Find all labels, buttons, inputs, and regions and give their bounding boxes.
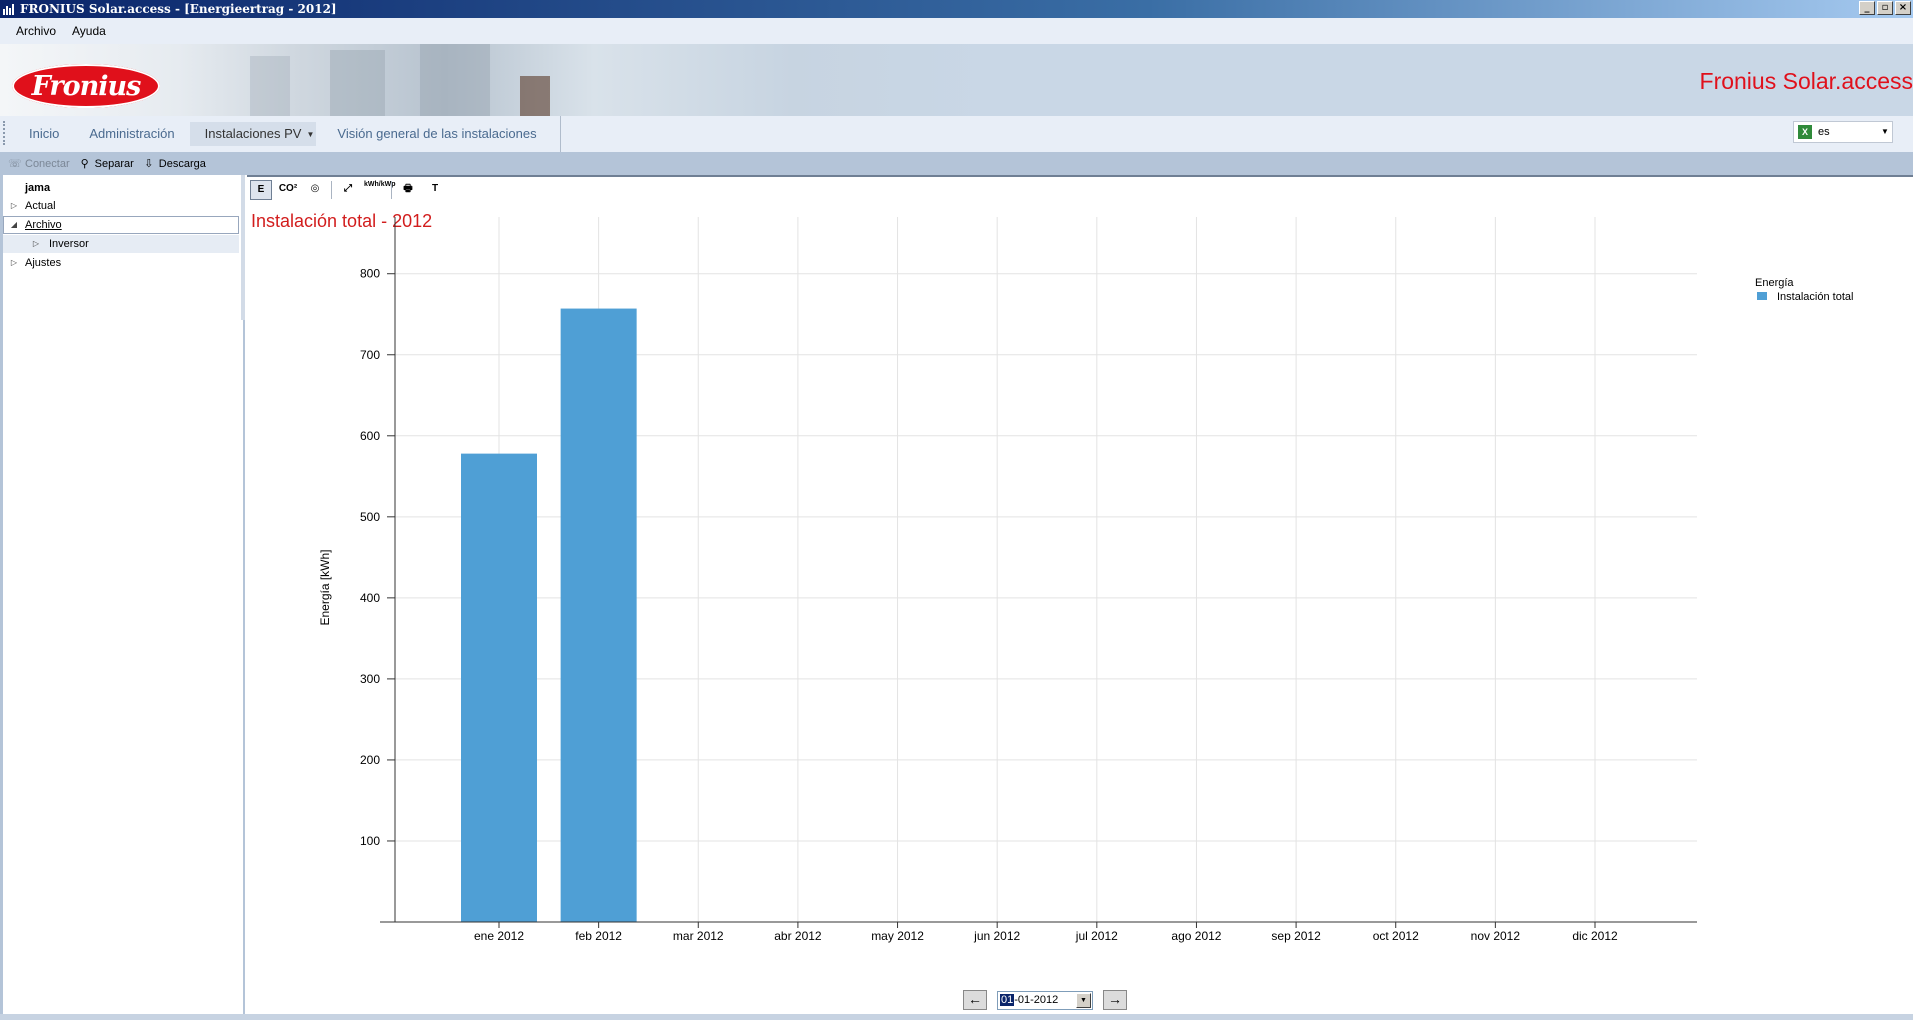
fronius-logo: Fronius (12, 64, 160, 108)
navigation-tree: jama ▷ Actual ◢ Archivo ▷ Inversor ▷ Aju… (0, 175, 245, 1020)
x-tick-label: ago 2012 (1171, 929, 1221, 943)
tab-vision-general[interactable]: Visión general de las instalaciones (322, 122, 551, 146)
x-tick-label: may 2012 (871, 929, 924, 943)
next-period-button[interactable]: → (1103, 990, 1127, 1010)
date-rest: -01-2012 (1014, 994, 1059, 1006)
tree-root[interactable]: jama (3, 179, 239, 197)
x-tick-label: oct 2012 (1373, 929, 1419, 943)
download-icon: ⇩ (144, 157, 154, 170)
header-banner: Fronius Fronius Solar.access (0, 44, 1913, 116)
window-title: FRONIUS Solar.access - [Energieertrag - … (20, 2, 337, 16)
menu-bar: Archivo Ayuda (0, 18, 1913, 44)
x-tick-label: ene 2012 (474, 929, 524, 943)
window-title-bar: FRONIUS Solar.access - [Energieertrag - … (0, 0, 1913, 18)
y-tick-label: 300 (360, 672, 380, 686)
legend-title: Energía (1755, 277, 1794, 289)
date-navigator: ← 01 -01-2012 ▼ → (963, 990, 1127, 1010)
tree-item-ajustes[interactable]: ▷ Ajustes (3, 254, 239, 272)
x-tick-label: feb 2012 (575, 929, 622, 943)
tree-item-label: Inversor (49, 238, 89, 250)
minimize-button[interactable]: _ (1859, 1, 1875, 15)
menu-ayuda[interactable]: Ayuda (64, 24, 114, 38)
expand-icon[interactable]: ▷ (29, 235, 43, 253)
status-strip (0, 1014, 1913, 1020)
x-tick-label: mar 2012 (673, 929, 724, 943)
close-button[interactable]: × (1895, 1, 1911, 15)
language-value: es (1818, 126, 1830, 138)
tab-dropdown-icon[interactable]: ▼ (306, 130, 314, 139)
y-tick-label: 500 (360, 510, 380, 524)
tab-inicio[interactable]: Inicio (14, 122, 74, 146)
prev-period-button[interactable]: ← (963, 990, 987, 1010)
expand-icon[interactable]: ▷ (7, 197, 21, 215)
app-icon (3, 4, 14, 15)
connect-label: Conectar (25, 157, 70, 170)
y-tick-label: 600 (360, 429, 380, 443)
y-tick-label: 100 (360, 834, 380, 848)
chevron-down-icon[interactable]: ▼ (1076, 992, 1091, 1008)
tree-item-inversor[interactable]: ▷ Inversor (3, 235, 239, 253)
restore-button[interactable]: ▫ (1877, 1, 1893, 15)
disconnect-label: Separar (94, 157, 134, 170)
tree-item-actual[interactable]: ▷ Actual (3, 197, 239, 215)
tab-instalaciones-pv[interactable]: Instalaciones PV (189, 122, 317, 146)
expand-icon[interactable]: ▷ (7, 254, 21, 272)
tree-item-label: Actual (25, 200, 56, 212)
y-axis-label: Energía [kWh] (318, 549, 332, 625)
language-select[interactable]: X es ▼ (1793, 121, 1893, 143)
collapse-icon[interactable]: ◢ (7, 216, 21, 234)
tree-root-label: jama (25, 182, 51, 194)
x-tick-label: dic 2012 (1572, 929, 1618, 943)
x-tick-label: abr 2012 (774, 929, 822, 943)
y-tick-label: 400 (360, 591, 380, 605)
chevron-down-icon[interactable]: ▼ (1878, 122, 1892, 142)
energy-bar-chart: 100 200 300 400 500 600 700 800 ene 2012 feb 2012… (318, 217, 1853, 943)
excel-icon[interactable]: X (1798, 125, 1812, 139)
chart-panel: E CO² ◎ ⤢ kWh/kWp 🖶 T Instalación total … (247, 175, 1913, 1020)
toolbar-grip (3, 121, 6, 145)
bar-1 (461, 453, 537, 922)
x-tick-label: nov 2012 (1471, 929, 1521, 943)
nav-bar: Inicio Administración Instalaciones PV ▼… (0, 116, 1913, 152)
connect-icon: ☏ (8, 157, 22, 170)
date-picker[interactable]: 01 -01-2012 ▼ (997, 990, 1093, 1010)
tree-item-archivo[interactable]: ◢ Archivo (3, 216, 239, 234)
download-label: Descarga (158, 157, 206, 170)
y-tick-label: 700 (360, 348, 380, 362)
legend-swatch (1757, 292, 1767, 300)
bar-2 (560, 308, 637, 922)
legend-item: Instalación total (1777, 291, 1853, 303)
tree-item-label: Archivo (25, 219, 62, 231)
x-tick-label: jun 2012 (973, 929, 1020, 943)
tree-scrollbar[interactable] (241, 175, 245, 320)
download-button[interactable]: ⇩ Descarga (142, 158, 206, 170)
x-tick-label: sep 2012 (1271, 929, 1321, 943)
y-tick-label: 200 (360, 753, 380, 767)
x-tick-label: jul 2012 (1075, 929, 1118, 943)
date-day: 01 (1000, 994, 1015, 1006)
logo-text: Fronius (31, 70, 142, 102)
y-tick-label: 800 (360, 267, 380, 281)
connection-toolbar: ☏ Conectar ⚲ Separar ⇩ Descarga (0, 152, 1913, 175)
disconnect-icon: ⚲ (80, 157, 89, 170)
tab-administracion[interactable]: Administración (74, 122, 189, 146)
brand-title: Fronius Solar.access (1699, 68, 1913, 94)
connect-button[interactable]: ☏ Conectar (8, 158, 70, 170)
tree-item-label: Ajustes (25, 257, 62, 269)
menu-archivo[interactable]: Archivo (8, 24, 64, 38)
disconnect-button[interactable]: ⚲ Separar (78, 158, 134, 170)
